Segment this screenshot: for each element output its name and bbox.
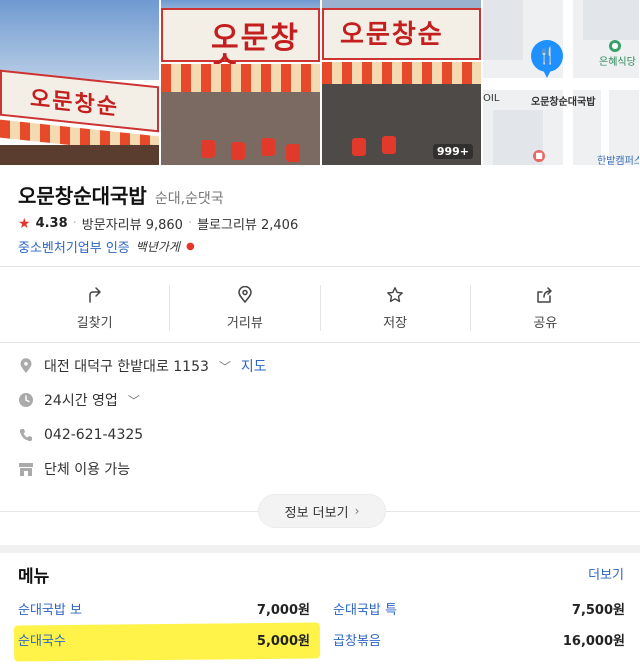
menu-item[interactable]: 곱창볶음 16,000원 — [333, 629, 625, 649]
photo-chair — [201, 140, 215, 158]
photo-strip: 오문창순 오문창순 오문창순 999+ 🍴 — [0, 0, 640, 165]
map-link[interactable]: 지도 — [241, 356, 267, 376]
menu-item-price: 16,000원 — [562, 633, 625, 649]
photo-chair — [382, 136, 396, 154]
phone-text[interactable]: 042-621-4325 — [44, 427, 143, 443]
share-button[interactable]: 공유 — [471, 285, 620, 331]
group-row: 단체 이용 가능 — [18, 459, 130, 479]
blog-reviews-link[interactable]: 블로그리뷰 2,406 — [197, 214, 298, 233]
address-text: 대전 대덕구 한밭대로 1153 — [44, 359, 209, 375]
map-label-place: 오문창순대국밥 — [531, 97, 596, 108]
photo-awning — [322, 62, 481, 84]
map-pin-tail — [541, 66, 553, 78]
hours-text[interactable]: 24시간 영업 — [44, 390, 118, 410]
menu-item-name: 순대국밥 보 — [18, 602, 82, 618]
directions-button[interactable]: 길찾기 — [20, 285, 171, 331]
map-label-campus: 한밭캠퍼스 — [597, 156, 639, 165]
save-button[interactable]: 저장 — [321, 285, 471, 331]
photo-3[interactable]: 오문창순 999+ — [322, 0, 481, 165]
menu-item[interactable]: 순대국밥 특 7,500원 — [333, 598, 625, 618]
map-road — [563, 0, 573, 165]
section-separator — [0, 545, 640, 553]
photo-chair — [261, 138, 275, 156]
map-block — [483, 0, 523, 60]
building-marker-icon: ■ — [533, 150, 545, 162]
map-block — [583, 0, 639, 40]
chevron-down-icon[interactable]: ﹀ — [128, 392, 140, 409]
photo-1[interactable]: 오문창순 — [0, 0, 159, 165]
map-label-oil: OIL — [483, 93, 500, 104]
photo-awning — [161, 64, 320, 92]
certification-mark: 백년가게 — [135, 240, 180, 254]
street-view-label: 거리뷰 — [226, 316, 263, 331]
action-bar: 길찾기 거리뷰 저장 공유 — [20, 285, 620, 331]
clock-icon — [18, 392, 34, 408]
menu-item-name: 순대국수 — [18, 633, 66, 649]
share-icon — [535, 285, 555, 305]
directions-icon — [85, 285, 105, 305]
hours-row: 24시간 영업 ﹀ — [18, 390, 140, 410]
photo-count-badge: 999+ — [432, 144, 473, 159]
address-row: 대전 대덕구 한밭대로 1153 ﹀ 지도 — [18, 356, 267, 376]
menu-item-price: 5,000원 — [256, 633, 310, 649]
place-name: 오문창순대국밥 — [18, 184, 147, 208]
separator: · — [72, 216, 77, 231]
menu-item-name: 곱창볶음 — [333, 633, 381, 649]
share-label: 공유 — [533, 316, 558, 331]
map-road — [483, 78, 639, 90]
chevron-right-icon: › — [354, 504, 360, 518]
street-view-button[interactable]: 거리뷰 — [170, 285, 321, 331]
menu-more-link[interactable]: 더보기 — [588, 564, 624, 583]
rating-star-icon: ★ — [18, 215, 31, 232]
menu-title: 메뉴 — [18, 567, 50, 587]
group-text: 단체 이용 가능 — [44, 462, 131, 478]
mini-map[interactable]: 🍴 ● 은혜식당 OIL 오문창순대국밥 ■ 한밭캠퍼스 — [483, 0, 639, 165]
phone-row: 042-621-4325 — [18, 425, 143, 445]
certification-text: 중소벤처기업부 인증 — [18, 241, 130, 256]
chevron-down-icon[interactable]: ﹀ — [219, 358, 231, 375]
menu-item-price: 7,500원 — [571, 602, 625, 618]
menu-item-price: 7,000원 — [256, 602, 310, 618]
menu-item[interactable]: 순대국밥 보 7,000원 — [18, 598, 310, 618]
street-view-pin-icon — [235, 285, 255, 305]
restaurant-icon: 🍴 — [537, 46, 557, 65]
certification[interactable]: 중소벤처기업부 인증 백년가게 ● — [18, 237, 195, 256]
rating-value: 4.38 — [35, 216, 68, 231]
star-outline-icon — [385, 285, 405, 305]
store-icon — [18, 461, 34, 477]
divider — [0, 342, 640, 343]
review-stats: ★ 4.38 · 방문자리뷰 9,860 · 블로그리뷰 2,406 — [18, 214, 298, 234]
photo-sky — [0, 0, 159, 80]
location-pin-icon — [18, 358, 34, 374]
divider — [0, 266, 640, 267]
map-label-restaurant: 은혜식당 — [599, 57, 636, 68]
visitor-reviews-link[interactable]: 방문자리뷰 9,860 — [82, 214, 183, 233]
save-label: 저장 — [383, 316, 408, 331]
photo-chair — [352, 138, 366, 156]
place-category: 순대,순댓국 — [154, 191, 224, 207]
menu-item-name: 순대국밥 특 — [333, 602, 397, 618]
directions-label: 길찾기 — [76, 316, 113, 331]
photo-chair — [231, 142, 245, 160]
menu-item[interactable]: 순대국수 5,000원 — [18, 629, 310, 649]
photo-2[interactable]: 오문창순 — [161, 0, 320, 165]
phone-icon — [18, 427, 34, 443]
place-header: 오문창순대국밥 순대,순댓국 — [18, 180, 224, 209]
heart-icon: ● — [185, 241, 195, 252]
photo-chair — [286, 144, 300, 162]
separator: · — [187, 216, 193, 231]
map-pin-icon[interactable]: 🍴 — [531, 40, 563, 78]
photo-sign-text: 오문창순 — [340, 20, 444, 50]
restaurant-marker-icon: ● — [609, 40, 621, 52]
photo-storefront — [0, 145, 159, 165]
more-info-button[interactable]: 정보 더보기 › — [258, 494, 386, 528]
more-info-label: 정보 더보기 — [284, 505, 349, 521]
